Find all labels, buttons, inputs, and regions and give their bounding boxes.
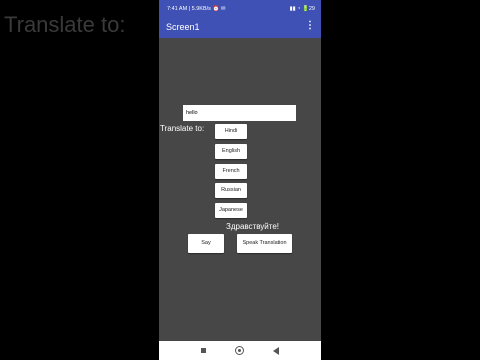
say-button[interactable]: Say xyxy=(188,234,224,253)
overflow-menu-icon[interactable]: ⋮ xyxy=(305,21,315,31)
translation-output: Здравствуйте! xyxy=(226,222,280,231)
phone-screen: 7:41 AM | 5.9KB/s ⏰ ✉ ▮▮ ◔ 🔋29 Screen1 ⋮… xyxy=(159,0,321,360)
speak-translation-button[interactable]: Speak Translation xyxy=(237,234,292,253)
status-time: 7:41 AM | 5.9KB/s ⏰ ✉ xyxy=(167,6,226,12)
home-icon[interactable] xyxy=(235,346,244,355)
status-bar: 7:41 AM | 5.9KB/s ⏰ ✉ ▮▮ ◔ 🔋29 xyxy=(159,0,321,18)
hindi-button[interactable]: Hindi xyxy=(215,124,247,139)
recents-icon[interactable] xyxy=(201,348,206,353)
translate-to-label: Translate to: xyxy=(160,124,205,133)
japanese-button[interactable]: Japanese xyxy=(215,203,247,218)
status-indicators: ▮▮ ◔ 🔋29 xyxy=(289,6,315,12)
background-title: Translate to: xyxy=(4,12,126,37)
text-input[interactable]: hello xyxy=(183,105,296,121)
russian-button[interactable]: Russian xyxy=(215,183,247,198)
english-button[interactable]: English xyxy=(215,144,247,159)
app-bar: Screen1 ⋮ xyxy=(159,18,321,38)
french-button[interactable]: French xyxy=(215,164,247,179)
back-icon[interactable] xyxy=(273,347,279,355)
navigation-bar xyxy=(159,341,321,360)
app-title: Screen1 xyxy=(166,22,200,32)
